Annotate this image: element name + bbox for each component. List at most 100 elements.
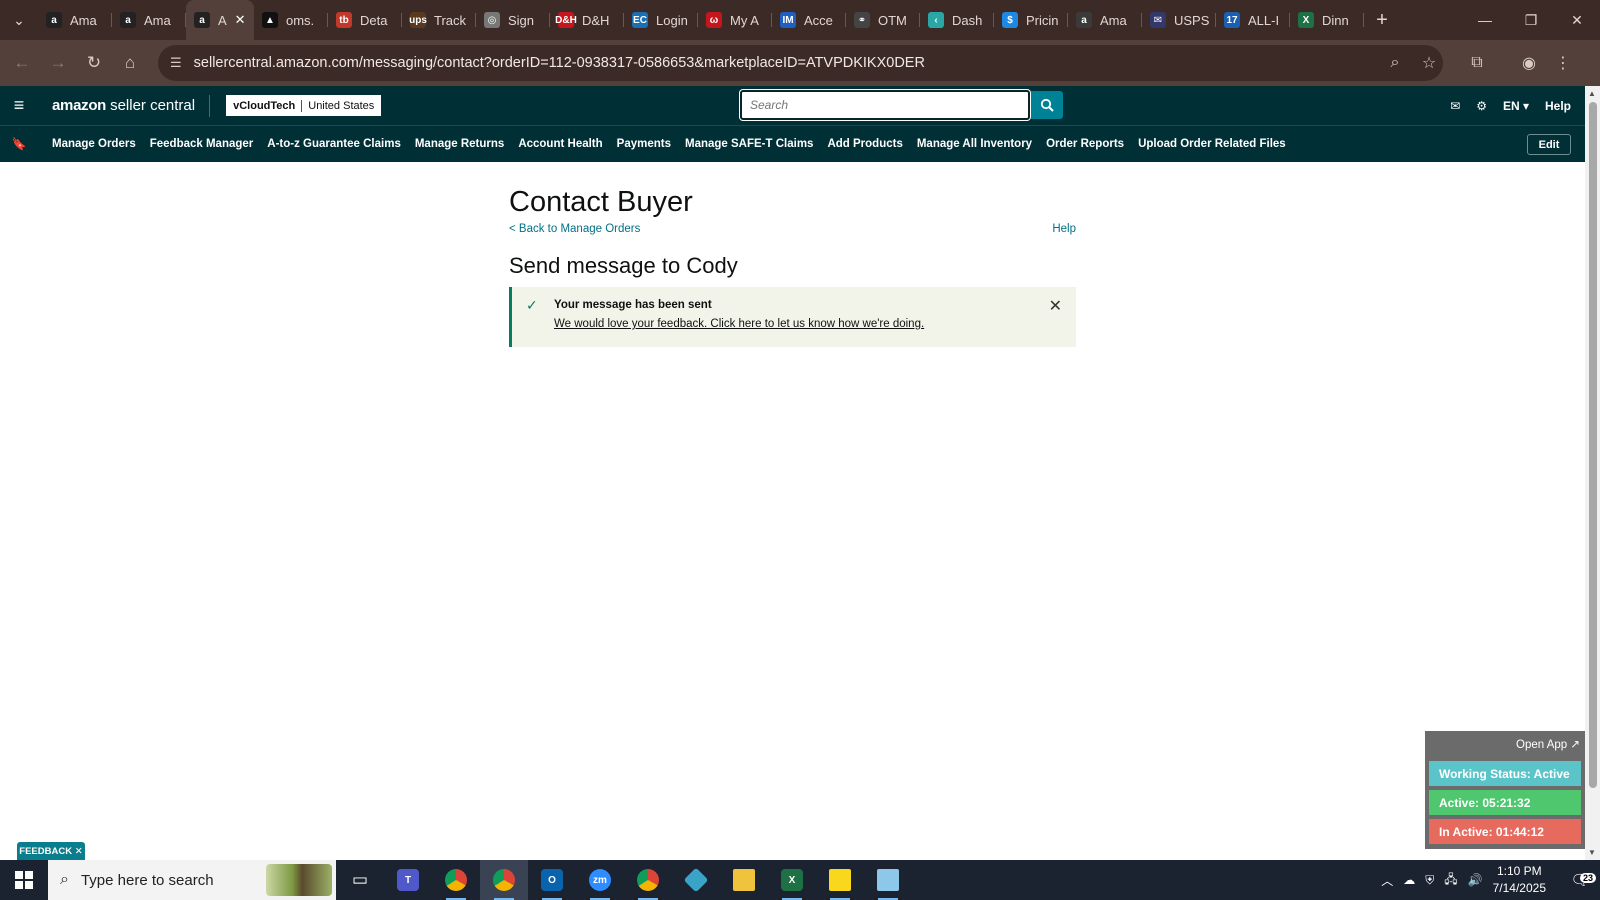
- taskbar-search[interactable]: ⌕ Type here to search: [48, 860, 336, 900]
- browser-tab[interactable]: IM Acce: [772, 0, 846, 40]
- language-selector[interactable]: EN ▾: [1503, 99, 1529, 113]
- tab-favicon-icon: a: [120, 12, 136, 28]
- close-window-icon[interactable]: ✕: [1554, 0, 1600, 40]
- tray-expand-icon[interactable]: ︿: [1381, 872, 1393, 889]
- nav-link[interactable]: A-to-z Guarantee Claims: [267, 138, 401, 150]
- snipping-tool-icon[interactable]: [864, 860, 912, 900]
- settings-gear-icon[interactable]: ⚙: [1476, 99, 1487, 113]
- chrome-alt-icon[interactable]: [624, 860, 672, 900]
- system-tray: ︿ ☁ ⛨ 🖧 🔊 1:10 PM 7/14/2025 🗨23: [1381, 860, 1600, 900]
- nav-link[interactable]: Feedback Manager: [150, 138, 254, 150]
- toolbar-actions: ⌕ ☆ ⧉ ◉ ⋮: [1378, 40, 1580, 86]
- dismiss-alert-icon[interactable]: ✕: [1049, 296, 1062, 316]
- browser-tab[interactable]: ups Track: [402, 0, 476, 40]
- back-to-manage-orders-link[interactable]: < Back to Manage Orders: [509, 223, 640, 235]
- security-icon[interactable]: ⛨: [1425, 873, 1434, 888]
- profile-icon[interactable]: ◉: [1512, 53, 1546, 73]
- back-icon[interactable]: ←: [4, 45, 40, 81]
- nav-link[interactable]: Manage All Inventory: [917, 138, 1032, 150]
- nav-link[interactable]: Upload Order Related Files: [1138, 138, 1286, 150]
- scroll-down-icon[interactable]: ▼: [1588, 848, 1596, 857]
- browser-tab[interactable]: a Ama: [1068, 0, 1142, 40]
- browser-tab[interactable]: D&H D&H: [550, 0, 624, 40]
- nav-link[interactable]: Manage Orders: [52, 138, 136, 150]
- amazon-seller-central-logo[interactable]: amazon seller central: [38, 94, 211, 117]
- mail-icon[interactable]: ✉: [1450, 99, 1460, 113]
- browser-tab[interactable]: a Ama: [38, 0, 112, 40]
- tab-search-menu-icon[interactable]: ⌄: [0, 0, 38, 40]
- edit-nav-button[interactable]: Edit: [1527, 134, 1571, 155]
- nav-link[interactable]: Account Health: [518, 138, 602, 150]
- task-view-icon[interactable]: ▭: [336, 860, 384, 900]
- bookmarks-nav-bar: 🔖 Manage Orders Feedback Manager A-to-z Gu…: [0, 126, 1585, 162]
- scroll-up-icon[interactable]: ▲: [1588, 89, 1596, 98]
- network-icon[interactable]: 🖧: [1444, 870, 1457, 891]
- feedback-link[interactable]: We would love your feedback. Click here …: [554, 318, 924, 330]
- tab-label: My A: [730, 12, 759, 28]
- file-explorer-icon[interactable]: [720, 860, 768, 900]
- close-tab-icon[interactable]: ✕: [235, 12, 246, 28]
- browser-tab[interactable]: ⚭ OTM: [846, 0, 920, 40]
- browser-tab[interactable]: ▲ oms.: [254, 0, 328, 40]
- browser-tab[interactable]: a Ama: [112, 0, 186, 40]
- home-icon[interactable]: ⌂: [112, 45, 148, 81]
- browser-tab[interactable]: ‹ Dash: [920, 0, 994, 40]
- browser-tab[interactable]: ◎ Sign: [476, 0, 550, 40]
- zoom-icon[interactable]: ⌕: [1378, 54, 1412, 72]
- site-info-icon[interactable]: ☰: [170, 55, 182, 71]
- hamburger-menu-icon[interactable]: ≡: [0, 95, 38, 116]
- volume-icon[interactable]: 🔊: [1468, 873, 1483, 887]
- tab-favicon-icon: a: [1076, 12, 1092, 28]
- clock[interactable]: 1:10 PM 7/14/2025: [1493, 863, 1546, 897]
- bookmark-star-icon[interactable]: ☆: [1412, 53, 1446, 73]
- browser-tab[interactable]: ω My A: [698, 0, 772, 40]
- page-title: Contact Buyer: [509, 186, 693, 218]
- outlook-icon[interactable]: O: [528, 860, 576, 900]
- nav-link[interactable]: Manage SAFE-T Claims: [685, 138, 813, 150]
- browser-menu-icon[interactable]: ⋮: [1546, 53, 1580, 73]
- tab-favicon-icon: tb: [336, 12, 352, 28]
- browser-tab[interactable]: a A ✕: [186, 0, 254, 40]
- open-app-link[interactable]: Open App ↗: [1516, 737, 1580, 751]
- search-button[interactable]: [1031, 91, 1063, 119]
- header-help-link[interactable]: Help: [1545, 99, 1571, 113]
- tab-favicon-icon: X: [1298, 12, 1314, 28]
- chrome-icon[interactable]: [432, 860, 480, 900]
- browser-tab[interactable]: $ Pricin: [994, 0, 1068, 40]
- excel-icon[interactable]: X: [768, 860, 816, 900]
- browser-tab[interactable]: EC Login: [624, 0, 698, 40]
- address-bar[interactable]: ☰ sellercentral.amazon.com/messaging/con…: [158, 45, 1443, 81]
- browser-tab[interactable]: tb Deta: [328, 0, 402, 40]
- restore-icon[interactable]: ❐: [1508, 0, 1554, 40]
- forward-icon[interactable]: →: [40, 45, 76, 81]
- bookmark-icon[interactable]: 🔖: [0, 137, 38, 151]
- feedback-tab[interactable]: FEEDBACK ✕: [17, 842, 85, 860]
- browser-tab[interactable]: 17 ALL-I: [1216, 0, 1290, 40]
- extensions-icon[interactable]: ⧉: [1460, 54, 1494, 72]
- browser-tab[interactable]: X Dinn: [1290, 0, 1364, 40]
- onedrive-icon[interactable]: ☁: [1403, 873, 1415, 887]
- nav-link[interactable]: Manage Returns: [415, 138, 504, 150]
- send-message-heading: Send message to Cody: [509, 253, 738, 278]
- windows-start-icon[interactable]: [0, 860, 48, 900]
- help-link[interactable]: Help: [1052, 223, 1076, 235]
- new-tab-button[interactable]: +: [1364, 9, 1400, 32]
- teams-icon[interactable]: T: [384, 860, 432, 900]
- sticky-notes-icon[interactable]: [816, 860, 864, 900]
- notification-center-icon[interactable]: 🗨23: [1560, 871, 1600, 889]
- tab-label: Dash: [952, 12, 983, 28]
- page-scrollbar[interactable]: ▲ ▼: [1585, 86, 1600, 860]
- chrome-profile-icon[interactable]: [480, 860, 528, 900]
- zoom-app-icon[interactable]: zm: [576, 860, 624, 900]
- scroll-thumb[interactable]: [1589, 102, 1597, 788]
- minimize-icon[interactable]: —: [1462, 0, 1508, 40]
- search-input[interactable]: [750, 98, 1010, 112]
- browser-tab[interactable]: ✉ USPS: [1142, 0, 1216, 40]
- account-switcher[interactable]: vCloudTech United States: [226, 95, 382, 116]
- nav-link[interactable]: Order Reports: [1046, 138, 1124, 150]
- account-divider: [301, 99, 303, 112]
- app-diamond-icon[interactable]: [672, 860, 720, 900]
- nav-link[interactable]: Payments: [617, 138, 671, 150]
- reload-icon[interactable]: ↻: [76, 45, 112, 81]
- nav-link[interactable]: Add Products: [827, 138, 902, 150]
